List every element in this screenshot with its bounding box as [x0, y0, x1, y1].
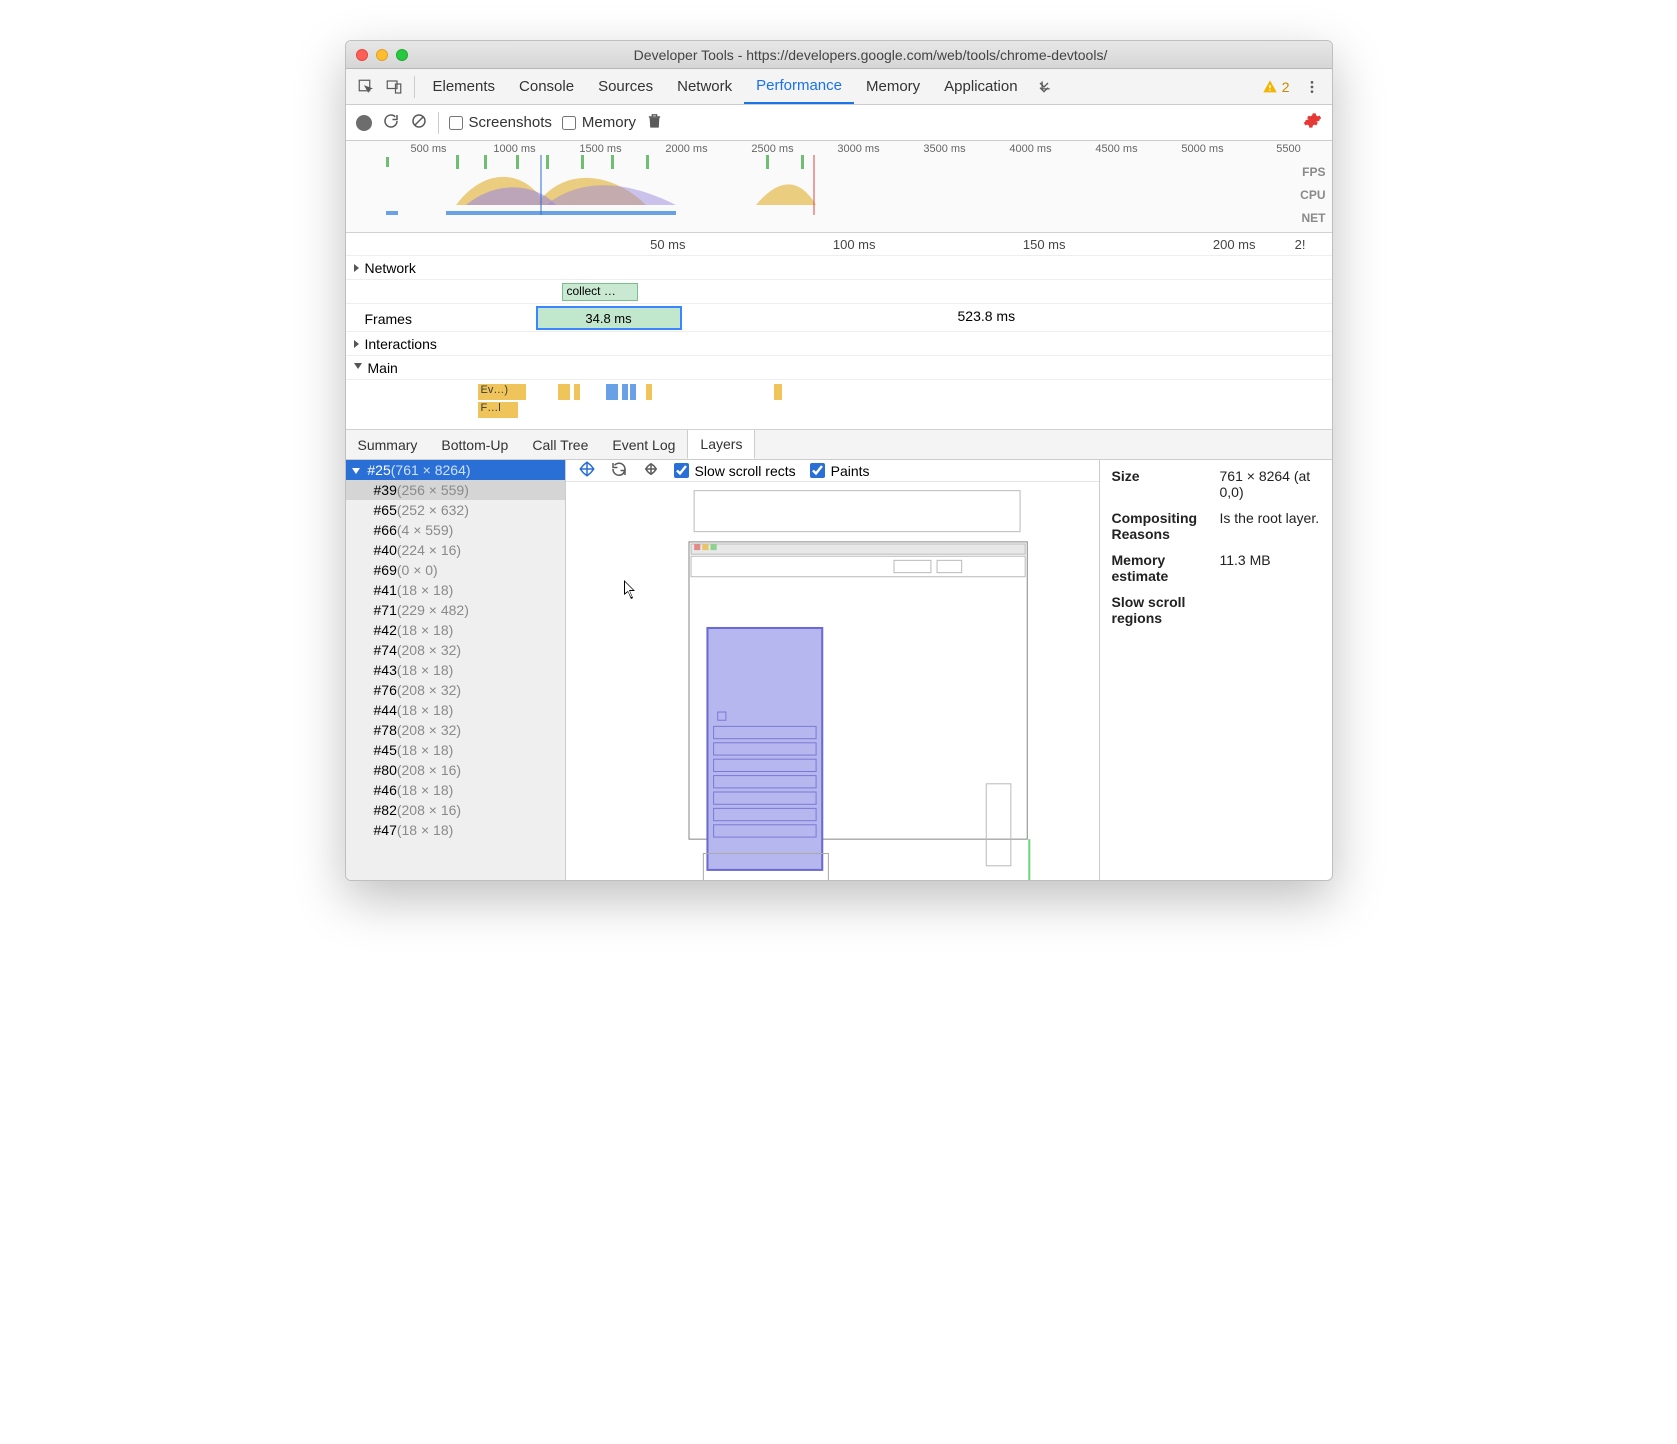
minimize-icon[interactable] [376, 49, 388, 61]
slow-scroll-checkbox[interactable]: Slow scroll rects [674, 463, 796, 479]
layer-node[interactable]: #71(229 × 482) [346, 600, 565, 620]
prop-size-key: Size [1112, 468, 1220, 500]
layer-node[interactable]: #74(208 × 32) [346, 640, 565, 660]
screenshots-checkbox[interactable]: Screenshots [449, 114, 552, 131]
inspect-icon[interactable] [352, 73, 380, 101]
dtab-layers[interactable]: Layers [687, 430, 755, 459]
layer-node[interactable]: #41(18 × 18) [346, 580, 565, 600]
tab-application[interactable]: Application [932, 69, 1029, 104]
device-toolbar-icon[interactable] [380, 73, 408, 101]
zoom-icon[interactable] [396, 49, 408, 61]
separator [414, 76, 415, 98]
overview-chart [386, 155, 1286, 215]
layer-node[interactable]: #40(224 × 16) [346, 540, 565, 560]
layer-node[interactable]: #80(208 × 16) [346, 760, 565, 780]
prop-memory-key: Memory estimate [1112, 552, 1220, 584]
layer-props: Size761 × 8264 (at 0,0) Compositing Reas… [1100, 460, 1332, 880]
frame-entry-selected[interactable]: 34.8 ms [536, 306, 682, 330]
overflow-tabs-icon[interactable] [1030, 73, 1058, 101]
tab-elements[interactable]: Elements [421, 69, 508, 104]
clear-button[interactable] [410, 112, 428, 134]
layer-node-root[interactable]: #25(761 × 8264) [346, 460, 565, 480]
tab-performance[interactable]: Performance [744, 69, 854, 104]
layer-node[interactable]: #47(18 × 18) [346, 820, 565, 840]
layer-viewer: Slow scroll rects Paints [566, 460, 1100, 880]
warnings-count: 2 [1282, 79, 1290, 95]
warnings-badge[interactable]: 2 [1262, 79, 1290, 95]
layer-node[interactable]: #45(18 × 18) [346, 740, 565, 760]
flame-event-1[interactable]: Ev…) [478, 384, 526, 400]
frame-entry-2[interactable]: 523.8 ms [958, 308, 1016, 324]
prop-slow-scroll-value [1220, 594, 1320, 626]
tab-sources[interactable]: Sources [586, 69, 665, 104]
layer-canvas[interactable] [566, 482, 1099, 881]
trash-button[interactable] [646, 112, 663, 133]
dtab-bottom-up[interactable]: Bottom-Up [429, 430, 520, 459]
close-icon[interactable] [356, 49, 368, 61]
rotate-tool-icon[interactable] [610, 460, 628, 481]
devtools-window: Developer Tools - https://developers.goo… [345, 40, 1333, 881]
dtab-event-log[interactable]: Event Log [600, 430, 687, 459]
overview-strip[interactable]: 500 ms1000 ms1500 ms2000 ms2500 ms3000 m… [346, 141, 1332, 233]
paints-checkbox[interactable]: Paints [810, 463, 870, 479]
prop-compositing-key: Compositing Reasons [1112, 510, 1220, 542]
traffic-lights [356, 49, 408, 61]
collect-entry[interactable]: collect … [562, 283, 638, 301]
viewer-toolbar: Slow scroll rects Paints [566, 460, 1099, 482]
window-titlebar: Developer Tools - https://developers.goo… [346, 41, 1332, 69]
main-tab-strip: Elements Console Sources Network Perform… [346, 69, 1332, 105]
settings-gear-icon[interactable] [1303, 111, 1322, 134]
track-frames-row[interactable]: 34.8 ms 523.8 ms [346, 303, 1332, 331]
separator [438, 112, 439, 134]
layer-node[interactable]: #42(18 × 18) [346, 620, 565, 640]
layer-node[interactable]: #66(4 × 559) [346, 520, 565, 540]
main-flame-chart[interactable]: Ev…) F…l [346, 379, 1332, 429]
memory-label: Memory [582, 114, 636, 131]
tab-memory[interactable]: Memory [854, 69, 932, 104]
prop-slow-scroll-key: Slow scroll regions [1112, 594, 1220, 626]
track-main[interactable]: Main [346, 355, 1332, 379]
pan-tool-icon[interactable] [578, 460, 596, 481]
layer-node[interactable]: #69(0 × 0) [346, 560, 565, 580]
detail-tab-strip: Summary Bottom-Up Call Tree Event Log La… [346, 430, 1332, 460]
layer-tree[interactable]: #25(761 × 8264) #39(256 × 559)#65(252 × … [346, 460, 566, 880]
flame-event-2[interactable]: F…l [478, 402, 518, 418]
kebab-menu-icon[interactable] [1298, 73, 1326, 101]
dtab-summary[interactable]: Summary [346, 430, 430, 459]
track-network[interactable]: Network [346, 255, 1332, 279]
layer-node[interactable]: #82(208 × 16) [346, 800, 565, 820]
layer-node[interactable]: #43(18 × 18) [346, 660, 565, 680]
layer-node[interactable]: #46(18 × 18) [346, 780, 565, 800]
reload-button[interactable] [382, 112, 400, 134]
layer-node[interactable]: #65(252 × 632) [346, 500, 565, 520]
tracks-panel: 50 ms100 ms150 ms200 ms2! Network collec… [346, 233, 1332, 430]
prop-compositing-value: Is the root layer. [1220, 510, 1320, 542]
screenshots-label: Screenshots [469, 114, 552, 131]
layer-node[interactable]: #39(256 × 559) [346, 480, 565, 500]
perf-toolbar: Screenshots Memory [346, 105, 1332, 141]
track-ruler: 50 ms100 ms150 ms200 ms2! [346, 233, 1332, 255]
tab-console[interactable]: Console [507, 69, 586, 104]
dtab-call-tree[interactable]: Call Tree [520, 430, 600, 459]
reset-view-icon[interactable] [642, 460, 660, 481]
layer-node[interactable]: #44(18 × 18) [346, 700, 565, 720]
layer-node[interactable]: #76(208 × 32) [346, 680, 565, 700]
prop-size-value: 761 × 8264 (at 0,0) [1220, 468, 1320, 500]
overview-lane-labels: FPS CPU NET [1300, 161, 1325, 229]
overview-ticks: 500 ms1000 ms1500 ms2000 ms2500 ms3000 m… [346, 141, 1332, 155]
tab-network[interactable]: Network [665, 69, 744, 104]
layers-panel: #25(761 × 8264) #39(256 × 559)#65(252 × … [346, 460, 1332, 880]
memory-checkbox[interactable]: Memory [562, 114, 636, 131]
record-button[interactable] [356, 115, 372, 131]
track-interactions[interactable]: Interactions [346, 331, 1332, 355]
window-title: Developer Tools - https://developers.goo… [420, 47, 1322, 63]
prop-memory-value: 11.3 MB [1220, 552, 1320, 584]
layer-node[interactable]: #78(208 × 32) [346, 720, 565, 740]
